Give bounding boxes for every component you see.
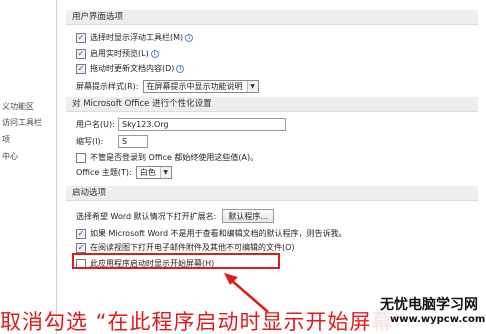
red-arrow-icon bbox=[224, 273, 269, 313]
watermark-title: 无忧电脑学习网 bbox=[380, 297, 478, 313]
watermark: 无忧电脑学习网 www.wypcw.com bbox=[372, 292, 486, 332]
watermark-url: www.wypcw.com bbox=[390, 314, 486, 325]
